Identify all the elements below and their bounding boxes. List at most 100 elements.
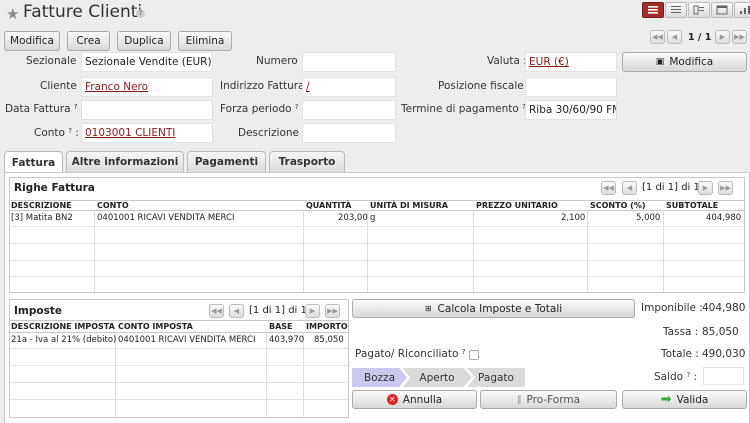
col-subtotale[interactable]: SUBTOTALE xyxy=(666,201,718,210)
help-icon: ? xyxy=(294,103,299,111)
next-record-button[interactable]: ▶ xyxy=(715,30,730,44)
prev-record-button[interactable]: ◀ xyxy=(667,30,682,44)
table-row-conto[interactable]: 0401001 RICAVI VENDITA MERCI xyxy=(97,213,234,223)
pro-forma-button[interactable]: ‖ Pro-Forma xyxy=(480,390,617,409)
valida-button[interactable]: ➡ Valida xyxy=(622,390,747,409)
view-graph-button[interactable] xyxy=(734,2,750,18)
table-row-subtotale[interactable]: 404,980 xyxy=(706,213,741,223)
pagato-checkbox[interactable] xyxy=(469,350,479,360)
arrow-right-icon: ➡ xyxy=(660,392,672,407)
tassa-value: 85,050 xyxy=(702,326,739,338)
modifica-button[interactable]: Modifica xyxy=(4,31,60,51)
table-row-quantita[interactable]: 203,00 xyxy=(338,213,368,223)
cliente-link[interactable]: Franco Nero xyxy=(85,81,148,93)
table-row-unita[interactable]: g xyxy=(370,213,375,223)
valuta-field[interactable]: EUR (€) xyxy=(525,52,617,72)
imposte-row-descrizione[interactable]: 21a - Iva al 21% (debito) xyxy=(11,335,116,345)
col-importo[interactable]: IMPORTO xyxy=(306,322,348,331)
righe-next-button[interactable]: ▶ xyxy=(698,181,713,195)
imposte-prev-button[interactable]: ◀ xyxy=(229,304,244,318)
numero-field[interactable] xyxy=(302,52,396,72)
col-quantita[interactable]: QUANTITÀ xyxy=(306,201,351,210)
col-base[interactable]: BASE xyxy=(269,322,293,331)
termine-field[interactable]: Riba 30/60/90 FM xyxy=(525,100,617,120)
col-sep xyxy=(587,210,588,292)
descrizione-field[interactable] xyxy=(302,123,396,143)
row-line xyxy=(10,348,348,349)
row-line xyxy=(10,226,744,227)
record-pager: 1 / 1 xyxy=(688,32,712,43)
last-record-button[interactable]: ▶▶ xyxy=(732,30,747,44)
help-icon[interactable]: ? xyxy=(136,9,145,18)
imposte-last-button[interactable]: ▶▶ xyxy=(325,304,340,318)
righe-first-button[interactable]: ◀◀ xyxy=(601,181,616,195)
termine-label: Termine di pagamento ? : xyxy=(401,103,533,115)
colon: : xyxy=(75,127,79,139)
imposte-row-base[interactable]: 403,970 xyxy=(269,335,304,345)
valuta-link[interactable]: EUR (€) xyxy=(529,56,569,68)
tassa-label: Tassa : xyxy=(663,326,699,338)
imposte-row-conto[interactable]: 0401001 RICAVI VENDITA MERCI xyxy=(118,335,255,345)
termine-text: Termine di pagamento xyxy=(401,103,519,115)
row-line xyxy=(10,243,744,244)
table-row-descrizione[interactable]: [3] Matita BN2 xyxy=(11,213,73,223)
data-fattura-text: Data Fattura xyxy=(5,103,71,115)
imposte-first-button[interactable]: ◀◀ xyxy=(209,304,224,318)
imposte-header-line xyxy=(10,320,348,321)
conto-label: Conto ? : xyxy=(34,127,79,139)
posizione-fiscale-label: Posizione fiscale : xyxy=(438,80,531,92)
col-conto[interactable]: CONTO xyxy=(97,201,129,210)
tab-pagamenti[interactable]: Pagamenti xyxy=(187,151,266,172)
help-icon: ? xyxy=(461,348,466,356)
col-prezzo-unitario[interactable]: PREZZO UNITARIO xyxy=(476,201,558,210)
elimina-button[interactable]: Elimina xyxy=(178,31,232,51)
indirizzo-field[interactable]: / xyxy=(302,77,396,97)
view-form-button[interactable] xyxy=(642,2,664,18)
descrizione-label: Descrizione : xyxy=(238,127,306,139)
righe-last-button[interactable]: ▶▶ xyxy=(718,181,733,195)
view-page-button[interactable] xyxy=(688,2,710,18)
modifica-valuta-button[interactable]: ▣ Modifica xyxy=(622,52,747,72)
tab-altre-informazioni[interactable]: Altre informazioni xyxy=(66,151,184,172)
totale-value: 490,030 xyxy=(702,348,746,360)
imposte-header-bottom xyxy=(10,332,348,333)
graph-view-icon xyxy=(740,6,750,14)
annulla-button[interactable]: ✕ Annulla xyxy=(352,390,477,409)
imposte-next-button[interactable]: ▶ xyxy=(305,304,320,318)
view-list-button[interactable] xyxy=(665,2,687,18)
tab-trasporto[interactable]: Trasporto xyxy=(269,151,345,172)
first-record-button[interactable]: ◀◀ xyxy=(650,30,665,44)
sezionale-field[interactable]: Sezionale Vendite (EUR) xyxy=(81,52,213,72)
indirizzo-link[interactable]: / xyxy=(306,81,310,93)
tab-fattura[interactable]: Fattura xyxy=(4,151,63,173)
crea-button[interactable]: Crea xyxy=(67,31,110,51)
imponibile-label: Imponibile : xyxy=(641,302,703,314)
conto-field[interactable]: 0103001 CLIENTI xyxy=(81,123,213,143)
data-fattura-field[interactable] xyxy=(81,100,213,120)
col-unita-misura[interactable]: UNITÀ DI MISURA xyxy=(370,201,448,210)
view-calendar-button[interactable] xyxy=(711,2,733,18)
page-view-icon xyxy=(693,5,704,15)
posizione-fiscale-field[interactable] xyxy=(525,77,617,97)
favorite-star-icon[interactable]: ★ xyxy=(6,5,19,23)
col-sconto[interactable]: SCONTO (%) xyxy=(590,201,646,210)
duplica-button[interactable]: Duplica xyxy=(117,31,171,51)
table-row-prezzo[interactable]: 2,100 xyxy=(561,213,585,223)
col-sep xyxy=(94,210,95,292)
conto-link[interactable]: 0103001 CLIENTI xyxy=(85,127,175,139)
sezionale-label: Sezionale : xyxy=(26,55,84,67)
col-descrizione[interactable]: DESCRIZIONE xyxy=(11,201,72,210)
righe-prev-button[interactable]: ◀ xyxy=(622,181,637,195)
cliente-field[interactable]: Franco Nero xyxy=(81,77,213,97)
col-conto-imposta[interactable]: CONTO IMPOSTA xyxy=(118,322,193,331)
imposte-title: Imposte xyxy=(14,305,62,317)
row-line xyxy=(10,399,348,400)
row-line xyxy=(10,382,348,383)
forza-periodo-field[interactable] xyxy=(302,100,396,120)
col-sep xyxy=(663,210,664,292)
valuta-label: Valuta : xyxy=(487,55,527,67)
col-descrizione-imposta[interactable]: DESCRIZIONE IMPOSTA xyxy=(11,322,115,331)
table-row-sconto[interactable]: 5,000 xyxy=(636,213,660,223)
imposte-row-importo[interactable]: 85,050 xyxy=(314,335,344,345)
calcola-imposte-button[interactable]: ⊞ Calcola Imposte e Totali xyxy=(352,299,635,318)
